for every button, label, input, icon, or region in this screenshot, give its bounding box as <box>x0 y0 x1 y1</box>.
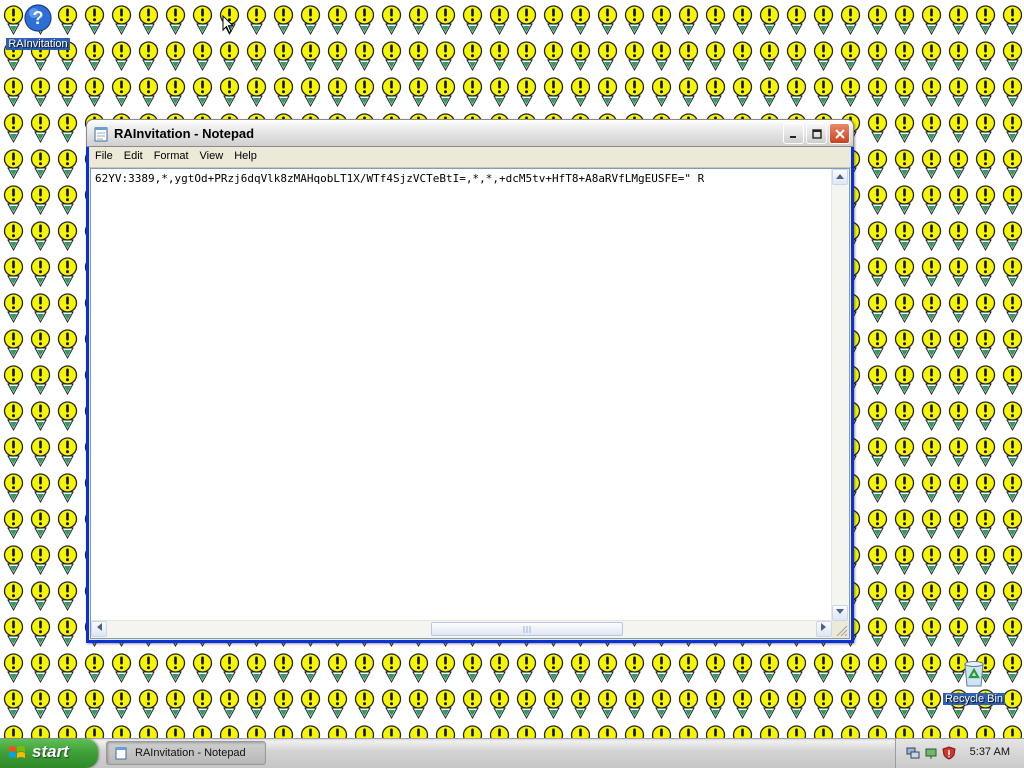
maximize-icon <box>811 129 822 139</box>
menu-file[interactable]: File <box>89 147 118 162</box>
clock[interactable]: 5:37 AM <box>970 746 1010 758</box>
menu-edit[interactable]: Edit <box>118 147 148 162</box>
window-title: RAInvitation - Notepad <box>114 126 255 141</box>
arrow-left-icon <box>97 623 102 631</box>
system-tray: 5:37 AM <box>895 739 1024 768</box>
close-icon <box>834 129 845 139</box>
taskbar-button-label: RAInvitation - Notepad <box>135 747 246 759</box>
safely-remove-icon[interactable] <box>924 746 938 760</box>
vertical-scrollbar[interactable] <box>831 169 849 621</box>
arrow-down-icon <box>836 609 844 614</box>
arrow-right-icon <box>821 623 826 631</box>
scroll-up-button[interactable] <box>832 169 848 185</box>
recycle-bin-icon <box>964 661 984 687</box>
notepad-window[interactable]: RAInvitation - Notepad File Edit Format Vie… <box>86 119 854 643</box>
menu-help[interactable]: Help <box>228 147 262 162</box>
title-bar[interactable]: RAInvitation - Notepad <box>86 119 854 147</box>
notepad-icon <box>94 127 108 142</box>
svg-text:?: ? <box>33 8 44 28</box>
scroll-left-button[interactable] <box>91 621 107 637</box>
windows-logo-icon <box>9 746 25 758</box>
scroll-right-button[interactable] <box>816 621 832 637</box>
horizontal-scrollbar[interactable] <box>91 620 832 638</box>
menu-bar: File Edit Format View Help <box>89 147 851 168</box>
menu-format[interactable]: Format <box>148 147 194 162</box>
start-button[interactable]: start <box>0 739 98 768</box>
resize-grip-icon <box>836 625 848 637</box>
scroll-down-button[interactable] <box>832 605 848 621</box>
close-button[interactable] <box>829 123 850 144</box>
taskbar: start RAInvitation - Notepad 5:37 AM <box>0 738 1024 768</box>
notepad-client-area: File Edit Format View Help 62YV:3389,*,ygtOd… <box>89 147 851 640</box>
document-text[interactable]: 62YV:3389,*,ygtOd+PRzj6dqVlk8zMAHqobLT1X… <box>95 172 817 185</box>
security-shield-icon[interactable] <box>942 746 956 760</box>
desktop-icon-rainvitation[interactable]: ? RAInvitation <box>0 3 76 50</box>
network-icon[interactable] <box>906 746 920 760</box>
notepad-icon <box>115 747 127 760</box>
taskbar-button-notepad[interactable]: RAInvitation - Notepad <box>106 741 266 765</box>
desktop-icon-label: Recycle Bin <box>942 693 1006 705</box>
desktop-icon-recycle-bin[interactable]: Recycle Bin <box>936 656 1012 705</box>
remote-assistance-help-icon: ? <box>24 4 52 32</box>
start-label: start <box>32 742 69 761</box>
minimize-button[interactable] <box>783 123 804 144</box>
desktop-icon-label: RAInvitation <box>6 38 70 50</box>
size-grip[interactable] <box>832 621 849 638</box>
arrow-up-icon <box>836 174 844 179</box>
menu-view[interactable]: View <box>194 147 229 162</box>
minimize-icon <box>790 136 796 138</box>
mouse-cursor-icon <box>222 15 234 34</box>
grip-lines-icon <box>523 626 531 633</box>
maximize-button[interactable] <box>806 123 827 144</box>
horizontal-scroll-thumb[interactable] <box>431 622 623 636</box>
text-editor[interactable]: 62YV:3389,*,ygtOd+PRzj6dqVlk8zMAHqobLT1X… <box>90 168 850 639</box>
